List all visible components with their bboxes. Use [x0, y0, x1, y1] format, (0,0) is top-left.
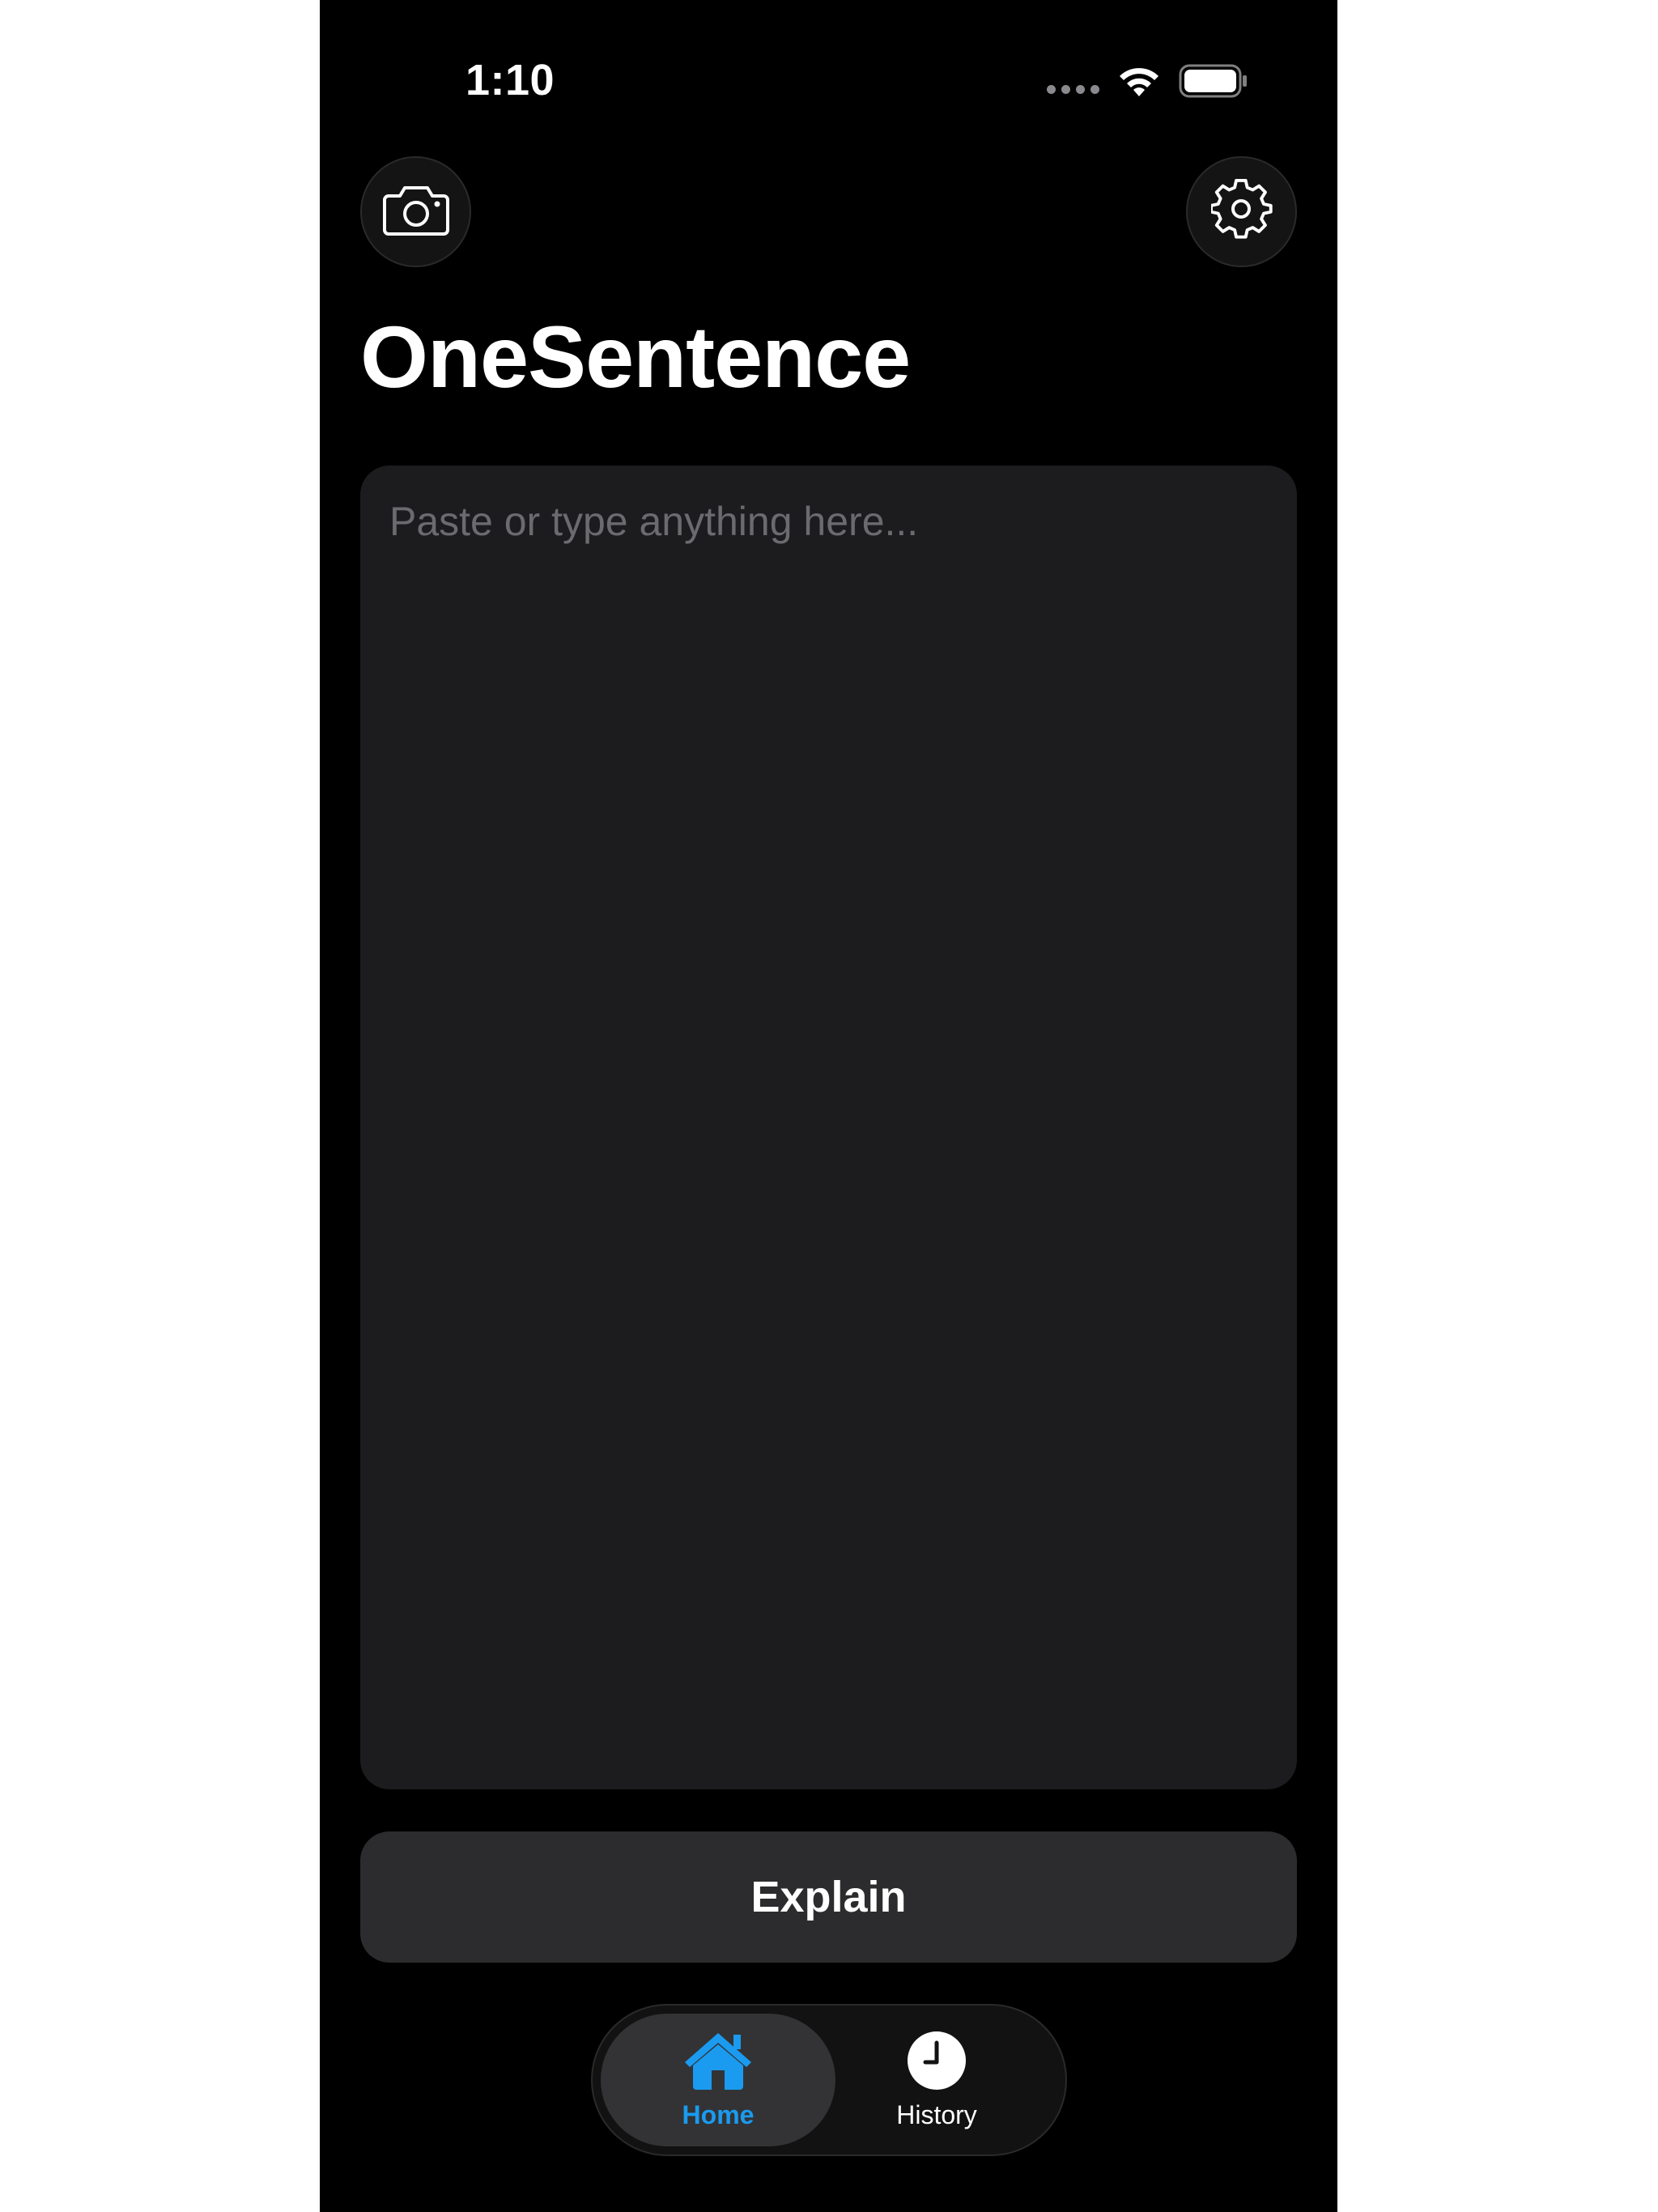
tab-history[interactable]: History — [819, 2014, 1054, 2146]
tab-home-label: Home — [682, 2100, 755, 2129]
text-input[interactable] — [389, 498, 1268, 1757]
explain-button[interactable]: Explain — [360, 1831, 1297, 1963]
status-indicators — [1047, 63, 1248, 102]
tab-home[interactable]: Home — [601, 2014, 835, 2146]
cellular-signal-icon — [1047, 84, 1099, 94]
camera-icon — [382, 183, 450, 240]
house-icon — [682, 2030, 755, 2095]
camera-button[interactable] — [360, 156, 471, 267]
gear-icon — [1209, 178, 1273, 245]
tab-history-label: History — [896, 2100, 977, 2129]
battery-icon — [1179, 63, 1248, 103]
tab-bar: Home History — [591, 2004, 1067, 2156]
app-screen: 1:10 OneSentence Paste or type anything … — [320, 0, 1337, 2212]
clock-icon — [906, 2030, 967, 2095]
status-time: 1:10 — [466, 56, 555, 104]
wifi-icon — [1117, 64, 1161, 102]
page-title: OneSentence — [360, 308, 911, 406]
settings-button[interactable] — [1186, 156, 1297, 267]
text-input-card — [360, 466, 1297, 1789]
